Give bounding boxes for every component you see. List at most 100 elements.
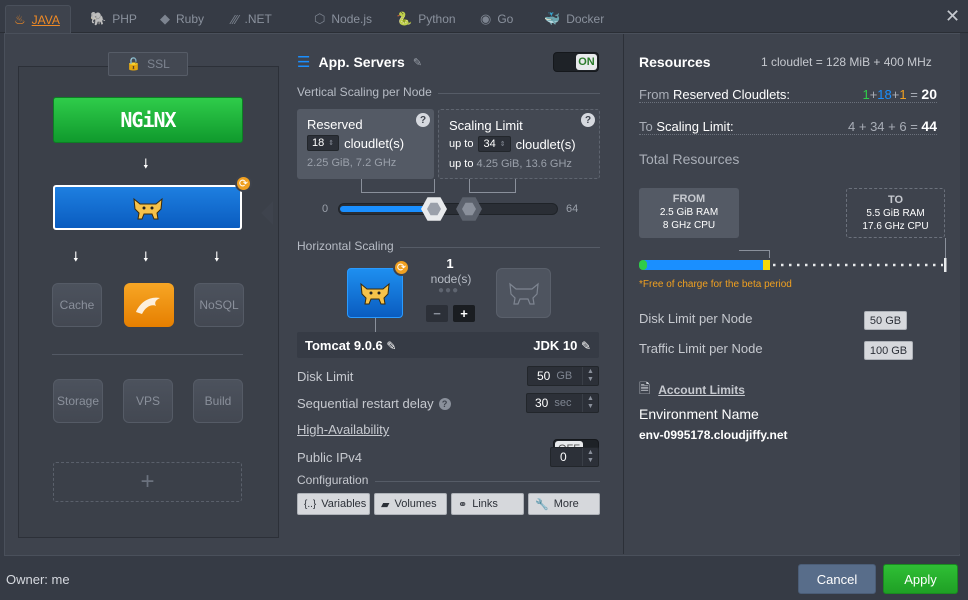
stepper-arrows-icon[interactable]: ▲ ▼	[582, 367, 598, 385]
cancel-button[interactable]: Cancel	[798, 564, 876, 594]
balancer-bar-segment	[639, 260, 647, 270]
arrow-down-icon: 🠗	[143, 249, 149, 264]
ssl-button[interactable]: 🔓 SSL	[108, 52, 188, 76]
resources-panel	[623, 34, 960, 554]
app-servers-title: App. Servers	[318, 54, 405, 70]
total-resources-title: Total Resources	[639, 151, 740, 167]
storage-node[interactable]: Storage	[53, 379, 103, 423]
restart-delay-label: Sequential restart delay	[297, 396, 434, 411]
slider-max-label: 64	[566, 203, 579, 215]
connector-line	[739, 250, 770, 258]
owner-label: Owner: me	[6, 572, 70, 587]
limit-end-marker	[944, 258, 947, 272]
server-version-bar: Tomcat 9.0.6 ✎ JDK 10 ✎	[297, 332, 599, 358]
tomcat-node-icon-button[interactable]	[347, 268, 403, 318]
scaling-limit-info: 4.25 GiB, 13.6 GHz	[476, 158, 572, 170]
tab-ruby[interactable]: ◆ Ruby	[152, 5, 212, 33]
arrow-down-icon: 🠗	[214, 249, 220, 264]
reserved-total: 20	[921, 86, 937, 102]
environment-name-value[interactable]: env-0995178.cloudjiffy.net	[639, 428, 788, 442]
account-limits-link[interactable]: Account Limits	[658, 383, 745, 397]
reserved-label: Reserved	[307, 117, 363, 132]
links-button[interactable]: ⚭ Links	[451, 493, 524, 515]
folder-icon: ▰	[381, 498, 390, 511]
tab-dotnet[interactable]: ⁄⁄⁄ .NET	[224, 5, 280, 33]
tab-bar: ♨ JAVA 🐘 PHP ◆ Ruby ⁄⁄⁄ .NET ⬡ Node.js 🐍 Pytho…	[0, 0, 968, 33]
public-ipv4-input[interactable]: 0 ▲ ▼	[550, 447, 599, 467]
jdk-version-selector[interactable]: JDK 10 ✎	[533, 338, 591, 353]
resource-usage-bar	[639, 258, 947, 272]
add-node-button[interactable]: +	[53, 462, 242, 502]
nosql-node[interactable]: NoSQL	[194, 283, 244, 327]
arrow-down-icon: 🠗	[143, 156, 149, 171]
reserved-bar-segment	[639, 260, 769, 270]
scaling-limit-stepper[interactable]: 34 ⇕	[478, 136, 511, 152]
volumes-button[interactable]: ▰ Volumes	[374, 493, 447, 515]
help-icon[interactable]: ?	[581, 113, 595, 127]
high-availability-link[interactable]: High-Availability	[297, 422, 389, 437]
vertical-scaling-title: Vertical Scaling per Node	[297, 85, 432, 99]
free-note: *Free of charge for the beta period	[639, 279, 792, 290]
mysql-node[interactable]	[124, 283, 174, 327]
nginx-balancer-node[interactable]: NGiNX	[53, 97, 243, 143]
scaling-limit-box: Scaling Limit up to 34 ⇕ cloudlet(s) up t…	[438, 109, 600, 179]
tab-docker[interactable]: 🐳 Docker	[536, 5, 612, 33]
scaling-limit-label: Scaling Limit	[449, 118, 523, 133]
cloudlet-slider-fill	[340, 206, 430, 212]
connector-line	[469, 179, 516, 193]
decrease-nodes-button[interactable]: −	[426, 305, 448, 322]
tab-java[interactable]: ♨ JAVA	[5, 5, 71, 33]
reserved-info: 2.25 GiB, 7.2 GHz	[307, 157, 397, 169]
connector-line	[375, 318, 376, 332]
tab-nodejs[interactable]: ⬡ Node.js	[306, 5, 380, 33]
edit-pencil-icon[interactable]: ✎	[413, 56, 422, 69]
cache-node[interactable]: Cache	[52, 283, 102, 327]
disk-limit-per-node-label: Disk Limit per Node	[639, 311, 753, 326]
reserved-cloudlets-stepper[interactable]: 18 ⇕	[307, 135, 340, 151]
dots-icon: ●●●	[438, 285, 460, 296]
variables-button[interactable]: {..} Variables	[297, 493, 370, 515]
disk-limit-input[interactable]: 50 GB ▲ ▼	[527, 366, 599, 386]
limit-total: 44	[921, 118, 937, 134]
python-icon: 🐍	[396, 11, 413, 26]
divider	[52, 354, 243, 355]
resources-title: Resources	[639, 54, 711, 70]
scaling-limit-row: To Scaling Limit: 4 + 34 + 6 = 44	[639, 118, 937, 135]
help-icon[interactable]: ?	[416, 113, 430, 127]
tab-go[interactable]: ◉ Go	[472, 5, 521, 33]
apply-button[interactable]: Apply	[883, 564, 958, 594]
tomcat-appserver-node[interactable]	[53, 185, 273, 230]
arrow-down-icon: 🠗	[73, 249, 79, 264]
dolphin-icon	[136, 297, 160, 314]
more-button[interactable]: 🔧 More	[528, 493, 600, 515]
restart-delay-row: Sequential restart delay?	[297, 396, 451, 411]
close-icon[interactable]: ✕	[945, 6, 960, 27]
stepper-arrows-icon[interactable]: ▲ ▼	[582, 394, 598, 412]
help-icon[interactable]: ?	[438, 397, 451, 410]
refresh-badge-icon[interactable]: ⟳	[393, 259, 410, 276]
traffic-limit-value: 100 GB	[864, 341, 913, 360]
tab-python[interactable]: 🐍 Python	[388, 5, 464, 33]
reserved-cloudlets-box: Reserved 18 ⇕ cloudlet(s) 2.25 GiB, 7.2 G…	[297, 109, 434, 179]
app-servers-toggle[interactable]: ON	[553, 52, 599, 72]
reserved-cloudlets-row: From Reserved Cloudlets: 1+18+1 = 20	[639, 86, 937, 103]
build-node[interactable]: Build	[193, 379, 243, 423]
restart-delay-input[interactable]: 30 sec ▲ ▼	[526, 393, 599, 413]
braces-icon: {..}	[304, 498, 317, 510]
nodejs-icon: ⬡	[314, 11, 326, 26]
nodes-label: node(s)	[430, 272, 472, 286]
refresh-badge-icon[interactable]: ⟳	[235, 175, 252, 192]
tomcat-outline-icon	[508, 282, 539, 305]
stepper-arrows-icon[interactable]: ▲ ▼	[582, 448, 598, 466]
traffic-limit-per-node-label: Traffic Limit per Node	[639, 341, 763, 356]
tomcat-version-selector[interactable]: Tomcat 9.0.6 ✎	[305, 338, 396, 353]
public-ipv4-label: Public IPv4	[297, 450, 363, 465]
java-icon: ♨	[14, 11, 26, 27]
vps-node[interactable]: VPS	[123, 379, 173, 423]
environment-name-label: Environment Name	[639, 406, 759, 422]
tab-php[interactable]: 🐘 PHP	[82, 5, 145, 33]
from-resources-box: FROM 2.5 GiB RAM 8 GHz CPU	[639, 188, 739, 238]
increase-nodes-button[interactable]: +	[453, 305, 475, 322]
stepper-arrows-icon: ⇕	[328, 140, 335, 147]
divider	[438, 93, 600, 94]
